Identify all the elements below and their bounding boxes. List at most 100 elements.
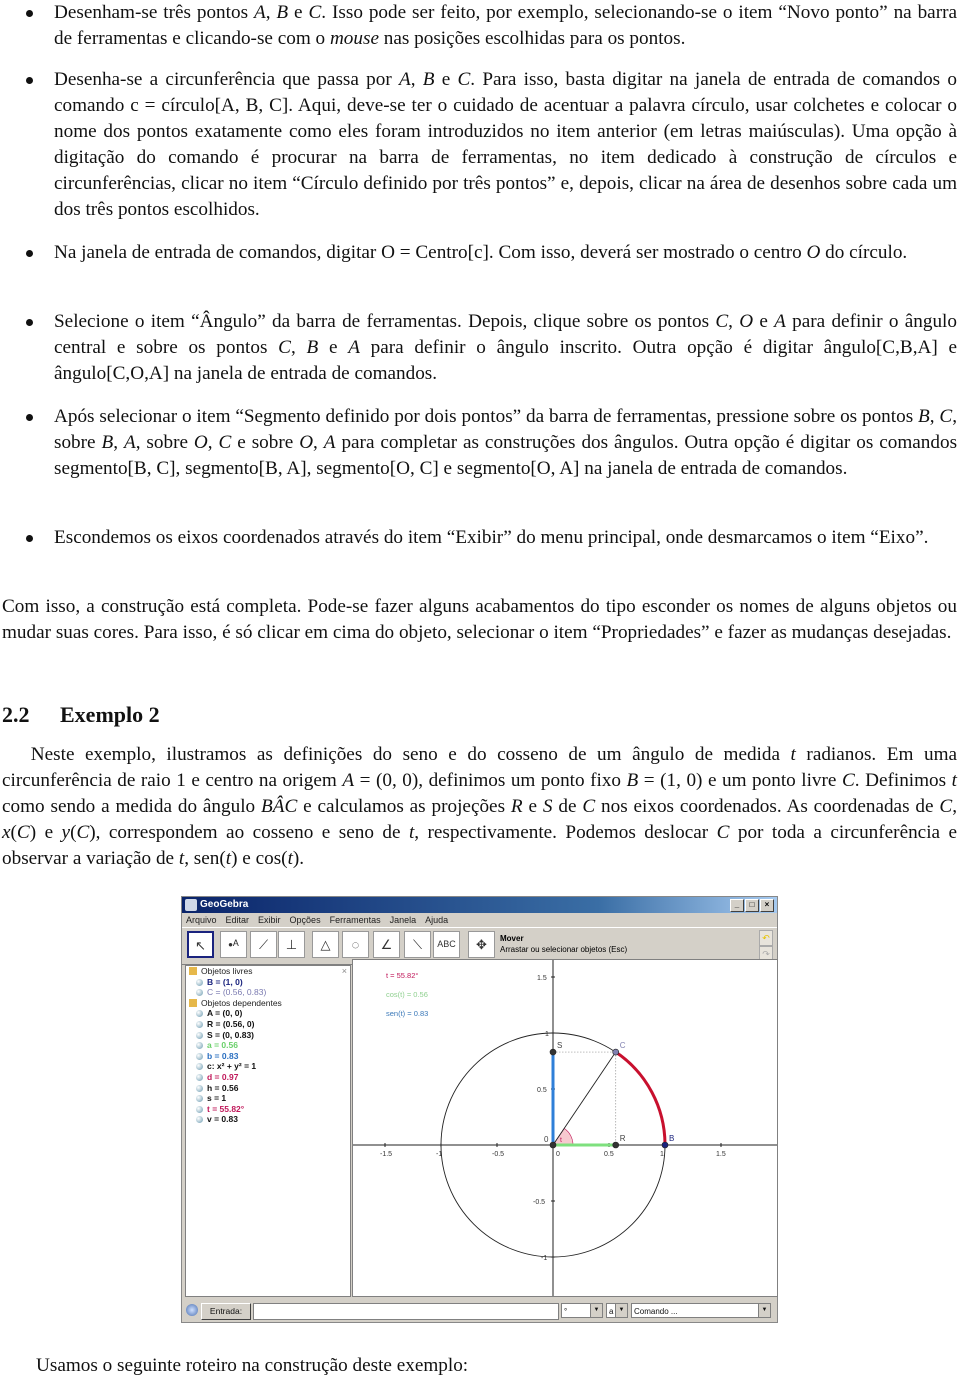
greek-combo[interactable]: a ▼: [606, 1303, 628, 1318]
section-title: Exemplo 2: [60, 702, 160, 727]
graphics-canvas[interactable]: -1.5 -1 -0.5 0 0.5 1 1.51.510.5-0.5-1t0 BCRSt =…: [353, 960, 777, 1296]
tool-angle-icon[interactable]: ∠: [373, 931, 400, 958]
list-item: Após selecionar o item “Segmento definid…: [26, 404, 957, 482]
bullet-icon: [26, 250, 33, 257]
visibility-toggle-icon[interactable]: [196, 1116, 203, 1124]
maximize-button[interactable]: □: [745, 899, 759, 912]
command-combo[interactable]: Comando ... ▼: [631, 1303, 771, 1318]
command-input[interactable]: [253, 1303, 559, 1320]
algebra-object[interactable]: B = (1, 0): [186, 977, 350, 988]
point-a: [549, 1141, 557, 1149]
algebra-folder-label: Objetos livres: [201, 966, 253, 976]
menu-item-opções[interactable]: Opções: [290, 913, 321, 927]
algebra-object[interactable]: C = (0.56, 0.83): [186, 987, 350, 998]
algebra-object[interactable]: h = 0.56: [186, 1083, 350, 1094]
visibility-toggle-icon[interactable]: [196, 1084, 203, 1092]
algebra-object[interactable]: t = 55.82°: [186, 1104, 350, 1115]
bullet-icon: [26, 319, 33, 326]
tool-reflect-icon[interactable]: ⟍: [404, 931, 431, 958]
algebra-object[interactable]: A = (0, 0): [186, 1008, 350, 1019]
graphics-view[interactable]: -1.5 -1 -0.5 0 0.5 1 1.5 1.5 1 0.5 -0.5 -1 t 0 B C R St =…: [352, 959, 778, 1297]
close-button[interactable]: ×: [760, 899, 774, 912]
algebra-folder-label: Objetos dependentes: [201, 997, 282, 1008]
menu-item-editar[interactable]: Editar: [226, 913, 250, 927]
algebra-folder[interactable]: Objetos dependentes: [186, 998, 350, 1009]
section-heading: 2.2 Exemplo 2: [2, 702, 160, 728]
algebra-object-text: v = 0.83: [207, 1114, 238, 1125]
algebra-object[interactable]: R = (0.56, 0): [186, 1019, 350, 1030]
closing-line: Usamos o seguinte roteiro na construção …: [36, 1355, 469, 1376]
x-tick-label: 1: [660, 1151, 664, 1158]
tool-polygon-icon[interactable]: △: [312, 931, 339, 958]
point-r: [612, 1141, 620, 1149]
visibility-toggle-icon[interactable]: [196, 1052, 203, 1060]
input-label-button[interactable]: Entrada:: [201, 1303, 251, 1320]
section-number: 2.2: [2, 702, 30, 727]
symbol-combo[interactable]: ° ▼: [561, 1303, 603, 1318]
visibility-toggle-icon[interactable]: [196, 1063, 203, 1071]
algebra-object[interactable]: S = (0, 0.83): [186, 1030, 350, 1041]
tool-new-point-icon[interactable]: •ᴬ: [220, 931, 247, 958]
visibility-toggle-icon[interactable]: [196, 1020, 203, 1028]
visibility-toggle-icon[interactable]: [196, 989, 203, 997]
graphics-text: cos(t) = 0.56: [386, 990, 428, 999]
x-tick-label: 0.5: [604, 1151, 614, 1158]
algebra-object[interactable]: c: x² + y² = 1: [186, 1061, 350, 1072]
tool-move-icon[interactable]: ↖: [187, 931, 214, 958]
algebra-object-text: c: x² + y² = 1: [207, 1061, 257, 1072]
y-tick-label: -0.5: [533, 1199, 545, 1206]
algebra-object-text: R = (0.56, 0): [207, 1018, 255, 1029]
input-help-icon[interactable]: [186, 1304, 198, 1316]
tool-text-icon[interactable]: ABC: [433, 931, 460, 958]
tool-help-description: Arrastar ou selecionar objetos (Esc): [500, 945, 628, 954]
example-paragraph: Neste exemplo, ilustramos as definições …: [2, 744, 958, 869]
algebra-object-text: b = 0.83: [207, 1050, 239, 1061]
bullet-icon: [26, 77, 33, 84]
chevron-down-icon[interactable]: ▼: [615, 1304, 627, 1317]
bullet-icon: [26, 10, 33, 17]
menu-item-arquivo[interactable]: Arquivo: [186, 913, 217, 927]
algebra-object[interactable]: v = 0.83: [186, 1114, 350, 1125]
visibility-toggle-icon[interactable]: [196, 978, 203, 986]
tool-line-icon[interactable]: ⟋: [250, 931, 277, 958]
graphics-text: sen(t) = 0.83: [386, 1009, 428, 1018]
algebra-object[interactable]: b = 0.83: [186, 1051, 350, 1062]
chevron-down-icon[interactable]: ▼: [758, 1304, 770, 1317]
algebra-object[interactable]: d = 0.97: [186, 1072, 350, 1083]
menu-item-janela[interactable]: Janela: [390, 913, 417, 927]
list-item: Desenha-se a circunferência que passa po…: [26, 67, 957, 223]
minimize-button[interactable]: _: [730, 899, 744, 912]
y-tick-label: 0.5: [537, 1087, 547, 1094]
list-item: Na janela de entrada de comandos, digita…: [26, 240, 957, 266]
list-item-text: Escondemos os eixos coordenados através …: [54, 527, 929, 548]
arc-bc: [614, 1050, 667, 1146]
menu-item-exibir[interactable]: Exibir: [258, 913, 281, 927]
algebra-object-text: h = 0.56: [207, 1082, 239, 1093]
window-title: GeoGebra: [200, 899, 249, 910]
visibility-toggle-icon[interactable]: [196, 1095, 203, 1103]
algebra-object[interactable]: a = 0.56: [186, 1040, 350, 1051]
visibility-toggle-icon[interactable]: [196, 1031, 203, 1039]
tool-move-view-icon[interactable]: ✥: [468, 931, 495, 958]
visibility-toggle-icon[interactable]: [196, 1073, 203, 1081]
visibility-toggle-icon[interactable]: [196, 1042, 203, 1050]
visibility-toggle-icon[interactable]: [196, 1010, 203, 1018]
segment-ac: [552, 1051, 617, 1146]
symbol-combo-value: °: [564, 1307, 568, 1316]
window-titlebar: GeoGebra _ □ ×: [182, 897, 777, 913]
algebra-folder[interactable]: Objetos livres: [186, 966, 350, 977]
undo-button[interactable]: ↶: [759, 930, 773, 946]
menu-item-ajuda[interactable]: Ajuda: [425, 913, 448, 927]
chevron-down-icon[interactable]: ▼: [590, 1304, 602, 1317]
visibility-toggle-icon[interactable]: [196, 1105, 203, 1113]
tool-perpendicular-icon[interactable]: ⊥: [278, 931, 305, 958]
point-label-b: B: [669, 1134, 674, 1143]
algebra-object[interactable]: s = 1: [186, 1093, 350, 1104]
algebra-object-text: t = 55.82°: [207, 1103, 245, 1114]
algebra-object-text: a = 0.56: [207, 1040, 238, 1051]
algebra-object-text: S = (0, 0.83): [207, 1029, 255, 1040]
menu-item-ferramentas[interactable]: Ferramentas: [330, 913, 381, 927]
point-c: [612, 1048, 620, 1056]
tool-circle-icon[interactable]: ◌: [342, 931, 369, 958]
list-item: Selecione o item “Ângulo” da barra de fe…: [26, 309, 957, 387]
